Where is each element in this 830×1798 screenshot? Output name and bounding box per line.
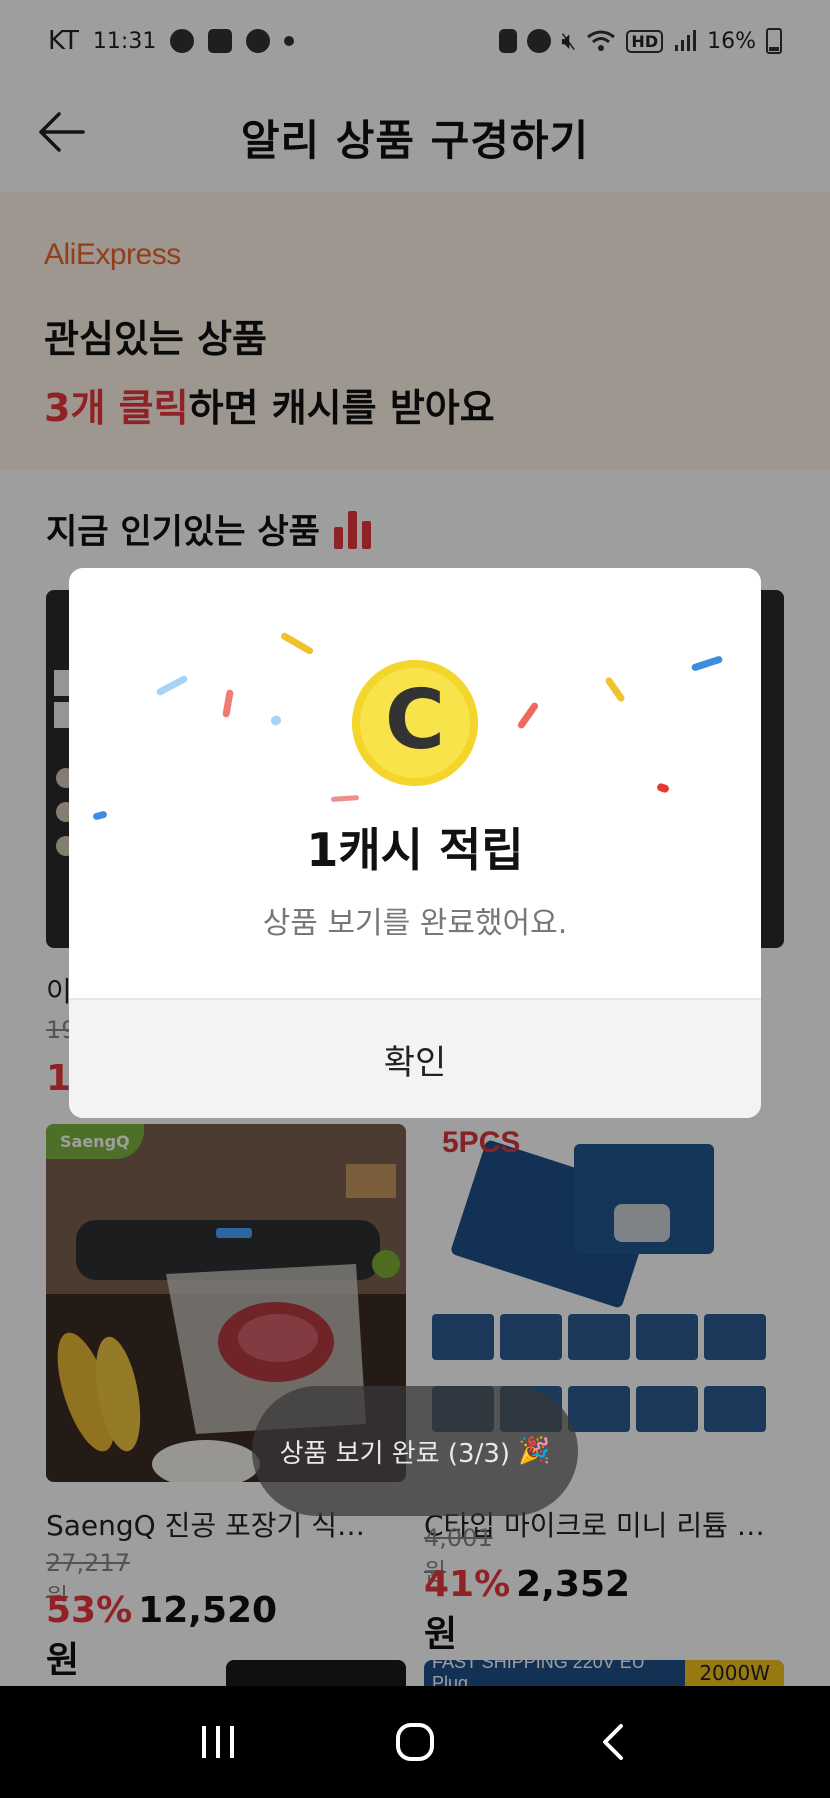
confetti-piece-icon <box>690 655 724 672</box>
confetti-piece-icon <box>269 714 283 727</box>
reward-dialog: C 1캐시 적립 상품 보기를 완료했어요. 확인 <box>69 568 761 1118</box>
recent-apps-icon <box>202 1726 235 1758</box>
home-button[interactable] <box>385 1712 445 1772</box>
confetti-piece-icon <box>656 782 670 794</box>
confetti-piece-icon <box>222 689 234 718</box>
coin-letter: C <box>384 673 446 768</box>
back-nav-button[interactable] <box>582 1712 642 1772</box>
completion-toast: 상품 보기 완료 (3/3) 🎉 <box>252 1386 578 1516</box>
party-popper-icon: 🎉 <box>518 1436 551 1466</box>
toast-text: 상품 보기 완료 (3/3) <box>279 1438 511 1469</box>
reward-title: 1캐시 적립 <box>306 823 524 877</box>
confetti-piece-icon <box>279 631 315 656</box>
chevron-left-icon <box>602 1724 623 1760</box>
recent-apps-button[interactable] <box>188 1712 248 1772</box>
confetti-piece-icon <box>604 676 626 703</box>
cash-coin-icon: C <box>352 660 478 786</box>
home-icon <box>395 1723 434 1761</box>
confirm-button[interactable]: 확인 <box>69 1000 761 1118</box>
confetti-piece-icon <box>516 701 540 730</box>
reward-dialog-body: C 1캐시 적립 상품 보기를 완료했어요. <box>69 568 761 998</box>
reward-message: 상품 보기를 완료했어요. <box>262 906 568 941</box>
confetti-piece-icon <box>155 674 189 697</box>
system-nav-bar <box>0 1686 830 1798</box>
confetti-piece-icon <box>330 795 360 802</box>
